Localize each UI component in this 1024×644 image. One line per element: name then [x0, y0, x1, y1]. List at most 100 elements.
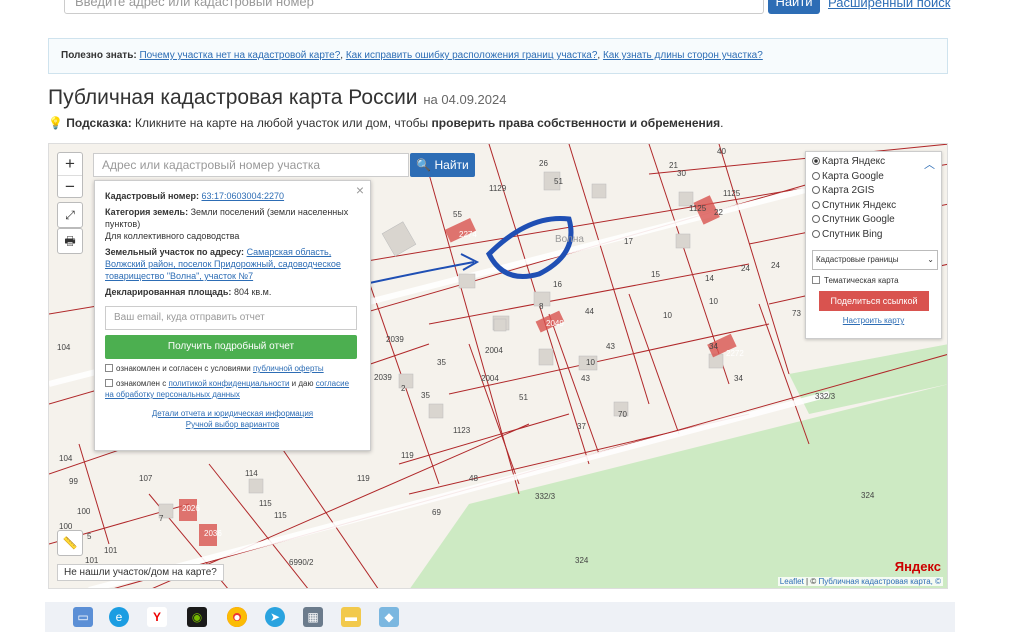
map-find-label: Найти — [434, 158, 469, 172]
close-icon[interactable]: × — [356, 183, 364, 197]
parcel-not-found-button[interactable]: Не нашли участок/дом на карте? — [57, 564, 224, 581]
privacy-checkbox[interactable] — [105, 379, 113, 387]
chevron-up-icon[interactable]: ︿ — [924, 156, 935, 172]
parcel-label: 1125 — [723, 189, 741, 198]
layer-option[interactable]: Спутник Яндекс — [812, 200, 935, 215]
parcel-label: 1129 — [489, 184, 507, 193]
layer-label: Спутник Google — [822, 214, 895, 225]
nvidia-icon[interactable]: ◉ — [187, 607, 207, 627]
file-explorer-icon[interactable]: ▭ — [73, 607, 93, 627]
cadastral-map[interactable]: 26 51 1129 21 30 40 1125 55 2274 Волна 1… — [48, 143, 948, 589]
search-icon: 🔍 — [416, 158, 432, 172]
parcel-label: 43 — [606, 342, 615, 351]
agree2-mid: и даю — [291, 379, 314, 388]
parcel-label: 2274 — [459, 230, 477, 239]
thematic-checkbox[interactable] — [812, 276, 820, 284]
ruler-icon[interactable]: 📏 — [57, 530, 83, 556]
map-search-input[interactable]: Адрес или кадастровый номер участка — [93, 153, 409, 177]
page-title-text: Публичная кадастровая карта России — [48, 86, 418, 109]
parcel-label: 2 — [401, 384, 406, 393]
parcel-label: 34 — [709, 342, 718, 351]
parcel-info-popup: × Кадастровый номер: 63:17:0603004:2270 … — [94, 180, 371, 451]
radio-icon — [812, 157, 820, 165]
taskbar: ▭ e Y ◉ ● ➤ ▦ ▬ ◆ — [45, 602, 955, 632]
calculator-icon[interactable]: ▦ — [303, 607, 323, 627]
parcel-label: 17 — [624, 237, 633, 246]
top-find-button[interactable]: Найти — [768, 0, 820, 14]
parcel-label: 69 — [432, 508, 441, 517]
parcel-label: 10 — [663, 311, 672, 320]
app-icon[interactable]: ◆ — [379, 607, 399, 627]
chrome-icon[interactable]: ● — [227, 607, 247, 627]
zoom-out-button[interactable]: − — [58, 175, 82, 197]
parcel-label: 16 — [553, 280, 562, 289]
map-find-button[interactable]: 🔍 Найти — [410, 153, 475, 177]
print-icon[interactable]: 🖶 — [57, 228, 83, 254]
parcel-label: 104 — [57, 343, 71, 352]
parcel-label: 324 — [575, 556, 589, 565]
radio-icon — [812, 186, 820, 194]
parcel-label: 2049 — [546, 319, 564, 328]
note-link-side-lengths[interactable]: Как узнать длины сторон участка? — [603, 50, 763, 61]
parcel-label: 70 — [618, 410, 627, 419]
share-link-button[interactable]: Поделиться ссылкой — [819, 291, 929, 311]
parcel-label: 115 — [274, 511, 287, 520]
yandex-browser-icon[interactable]: Y — [147, 607, 167, 627]
parcel-label: 24 — [741, 264, 750, 273]
note-prefix: Полезно знать: — [61, 50, 137, 61]
radio-icon — [812, 200, 820, 209]
parcel-label: 99 — [69, 477, 78, 486]
parcel-label: 22 — [714, 208, 723, 217]
leaflet-link[interactable]: Leaflet — [780, 577, 804, 586]
hint-bold: проверить права собственности и обремене… — [431, 116, 721, 130]
pkk-link[interactable]: Публичная кадастровая карта, © — [818, 577, 941, 586]
parcel-label: 2039 — [386, 335, 404, 344]
advanced-search-link[interactable]: Расширенный поиск — [828, 0, 950, 10]
radio-icon — [812, 229, 820, 238]
layers-panel: ︿ Карта Яндекс Карта Google Карта 2GIS С… — [805, 151, 942, 339]
map-attribution: Leaflet | © Публичная кадастровая карта,… — [777, 577, 943, 586]
parcel-label: 2036 — [204, 529, 222, 538]
parcel-label: 100 — [77, 507, 91, 516]
parcel-label: 15 — [651, 270, 660, 279]
zoom-in-button[interactable]: + — [58, 153, 82, 175]
parcel-label: 43 — [581, 374, 590, 383]
telegram-icon[interactable]: ➤ — [265, 607, 285, 627]
layer-option[interactable]: Карта Яндекс — [812, 156, 935, 171]
layer-option[interactable]: Спутник Google — [812, 214, 935, 229]
thematic-map-option[interactable]: Тематическая карта — [812, 276, 935, 285]
parcel-label: 1125 — [689, 204, 707, 213]
folder-icon[interactable]: ▬ — [341, 607, 361, 627]
parcel-label: 35 — [421, 391, 430, 400]
radio-icon — [812, 215, 820, 223]
manual-select-link[interactable]: Ручной выбор вариантов — [186, 420, 279, 429]
boundaries-value: Кадастровые границы — [816, 255, 899, 264]
popup-footer-links: Детали отчета и юридическая информация Р… — [105, 408, 360, 430]
layer-label: Карта Яндекс — [822, 156, 886, 167]
get-report-button[interactable]: Получить подробный отчет — [105, 335, 357, 359]
edge-icon[interactable]: e — [109, 607, 129, 627]
parcel-label: 7 — [159, 514, 164, 523]
layer-option[interactable]: Карта Google — [812, 171, 935, 186]
note-link-fix-boundaries[interactable]: Как исправить ошибку расположения границ… — [346, 50, 598, 61]
offer-checkbox[interactable] — [105, 364, 113, 372]
parcel-label: 8 — [539, 302, 544, 311]
layer-option[interactable]: Карта 2GIS — [812, 185, 935, 200]
parcel-label: 2272 — [726, 349, 744, 358]
cadastral-number-link[interactable]: 63:17:0603004:2270 — [201, 191, 284, 201]
email-input[interactable]: Ваш email, куда отправить отчет — [105, 306, 357, 330]
details-link[interactable]: Детали отчета и юридическая информация — [152, 409, 313, 418]
setup-map-link[interactable]: Настроить карту — [812, 316, 935, 325]
boundaries-select[interactable]: Кадастровые границы ⌄ — [812, 250, 938, 270]
layer-option[interactable]: Спутник Bing — [812, 229, 935, 244]
privacy-link[interactable]: политикой конфиденциальности — [168, 379, 289, 388]
agree2-text: ознакомлен с — [116, 379, 167, 388]
parcel-label: 2004 — [481, 374, 499, 383]
fullscreen-icon[interactable]: ⤢ — [57, 202, 83, 228]
parcel-label: 10 — [586, 358, 595, 367]
top-search-input[interactable]: Введите адрес или кадастровый номер — [64, 0, 764, 14]
note-sep: , — [340, 50, 344, 61]
note-link-missing-parcel[interactable]: Почему участка нет на кадастровой карте? — [139, 50, 340, 61]
parcel-label: 34 — [734, 374, 743, 383]
offer-link[interactable]: публичной оферты — [253, 364, 324, 373]
